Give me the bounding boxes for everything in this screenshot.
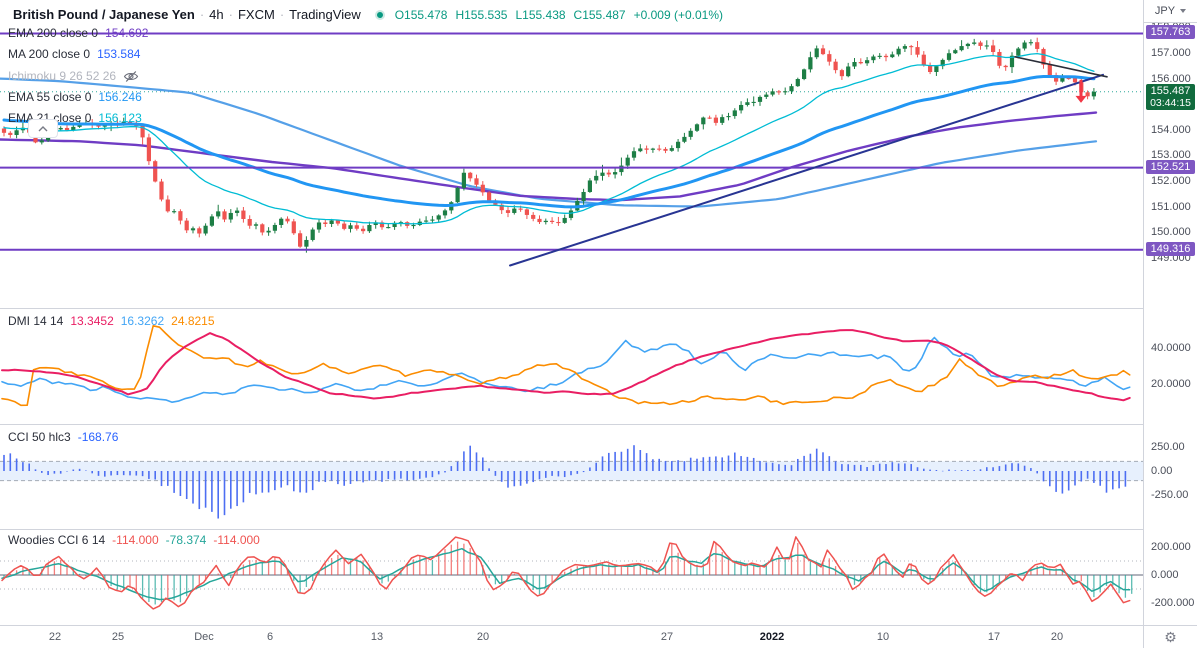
legend-row-cci[interactable]: CCI 50 hlc3 -168.76 [8, 430, 118, 444]
indicator-value: 13.3452 [70, 314, 114, 328]
symbol-title[interactable]: British Pound / Japanese Yen [13, 7, 195, 22]
axis-tick-label: 0.000 [1151, 569, 1179, 581]
indicator-value: 24.8215 [171, 314, 215, 328]
indicator-value: 156.246 [98, 90, 142, 104]
indicator-value: -114.000 [112, 533, 159, 547]
chevron-up-icon [38, 125, 48, 131]
chart-header: British Pound / Japanese Yen · 4h · FXCM… [13, 7, 723, 22]
legend-row-ema55[interactable]: EMA 55 close 0 156.246 [8, 90, 142, 104]
indicator-value: -78.374 [165, 533, 207, 547]
time-scale[interactable]: 22 25 Dec 6 13 20 27 2022 10 17 20 [0, 625, 1143, 648]
exchange-label[interactable]: FXCM [238, 7, 275, 22]
indicator-value: 156.123 [98, 111, 142, 125]
price-level-badge: 152.521 [1146, 159, 1195, 174]
price-scale[interactable]: JPY 158.000157.000156.000155.000154.0001… [1143, 0, 1197, 648]
last-price-value: 155.487 [1150, 84, 1191, 97]
legend-row-ma200[interactable]: MA 200 close 0 153.584 [8, 47, 140, 61]
ohlc-values: O155.478 H155.535 L155.438 C155.487 +0.0… [395, 8, 723, 22]
change-value: +0.009 (+0.01%) [633, 7, 723, 22]
axis-tick-label: 156.000 [1151, 72, 1191, 85]
scale-settings-button[interactable]: ⚙ [1143, 625, 1197, 648]
axis-tick-label: 150.000 [1151, 226, 1191, 239]
separator: · [199, 7, 205, 22]
collapse-pane-button[interactable] [28, 119, 58, 138]
last-price-badge: 155.487 03:44:15 [1146, 83, 1195, 110]
time-axis-label: 13 [370, 631, 384, 643]
currency-unit-button[interactable]: JPY [1144, 0, 1197, 23]
indicator-label: MA 200 close 0 [8, 47, 91, 61]
axis-tick-label: 154.000 [1151, 123, 1191, 136]
indicator-label: Woodies CCI 6 14 [8, 533, 106, 547]
high-value: H155.535 [455, 7, 508, 22]
gear-icon: ⚙ [1164, 628, 1177, 645]
open-value: O155.478 [394, 7, 448, 22]
axis-tick-label: 250.00 [1151, 441, 1185, 453]
price-level-badge: 149.316 [1146, 241, 1195, 256]
axis-tick-label: 152.000 [1151, 175, 1191, 187]
time-axis-label: 10 [876, 631, 890, 643]
interval-label[interactable]: 4h [209, 7, 223, 22]
low-value: L155.438 [515, 7, 566, 22]
price-level-badge: 157.763 [1146, 25, 1195, 40]
platform-label: TradingView [289, 7, 361, 22]
indicator-label: EMA 200 close 0 [8, 26, 99, 40]
indicator-value: -168.76 [77, 430, 119, 444]
time-axis-label: 20 [476, 631, 490, 643]
close-value: C155.487 [573, 7, 626, 22]
indicator-label: EMA 55 close 0 [8, 90, 92, 104]
tradingview-chart-window: British Pound / Japanese Yen · 4h · FXCM… [0, 0, 1197, 648]
legend-row-dmi[interactable]: DMI 14 14 13.3452 16.3262 24.8215 [8, 314, 215, 328]
time-axis-label: 6 [266, 631, 274, 643]
indicator-value: 16.3262 [120, 314, 165, 328]
indicator-value: 154.692 [105, 26, 149, 40]
indicator-label: Ichimoku 9 26 52 26 [8, 69, 117, 83]
axis-tick-label: 157.000 [1151, 47, 1191, 59]
time-axis-label: Dec [194, 631, 214, 643]
indicator-label: DMI 14 14 [8, 314, 64, 328]
legend-row-woodies[interactable]: Woodies CCI 6 14 -114.000 -78.374 -114.0… [8, 533, 260, 547]
time-axis-label: 17 [987, 631, 1001, 643]
axis-tick-label: -250.00 [1151, 489, 1189, 501]
time-axis-label: 22 [48, 631, 62, 643]
bar-countdown: 03:44:15 [1150, 96, 1191, 109]
visibility-off-icon[interactable] [123, 70, 139, 83]
indicator-label: CCI 50 hlc3 [8, 430, 71, 444]
separator: · [228, 7, 233, 22]
separator: · [279, 7, 285, 22]
indicator-value: 153.584 [97, 47, 141, 61]
axis-tick-label: 40.0000 [1151, 342, 1191, 354]
market-status-icon[interactable] [374, 9, 385, 20]
time-axis-label: 27 [660, 631, 674, 643]
axis-tick-label: 0.00 [1151, 465, 1173, 477]
legend-row-ema200[interactable]: EMA 200 close 0 154.692 [8, 26, 148, 40]
legend-row-ichimoku[interactable]: Ichimoku 9 26 52 26 [8, 69, 139, 83]
axis-tick-label: 20.0000 [1151, 378, 1191, 390]
axis-tick-label: 151.000 [1151, 200, 1191, 213]
time-axis-label: 20 [1050, 631, 1064, 643]
indicator-value: -114.000 [213, 533, 260, 547]
time-axis-label: 2022 [759, 631, 785, 643]
axis-tick-label: -200.000 [1151, 597, 1195, 609]
time-axis-label: 25 [111, 631, 125, 643]
axis-tick-label: 200.000 [1151, 541, 1191, 553]
currency-label: JPY [1154, 5, 1176, 17]
chevron-down-icon [1180, 9, 1187, 13]
